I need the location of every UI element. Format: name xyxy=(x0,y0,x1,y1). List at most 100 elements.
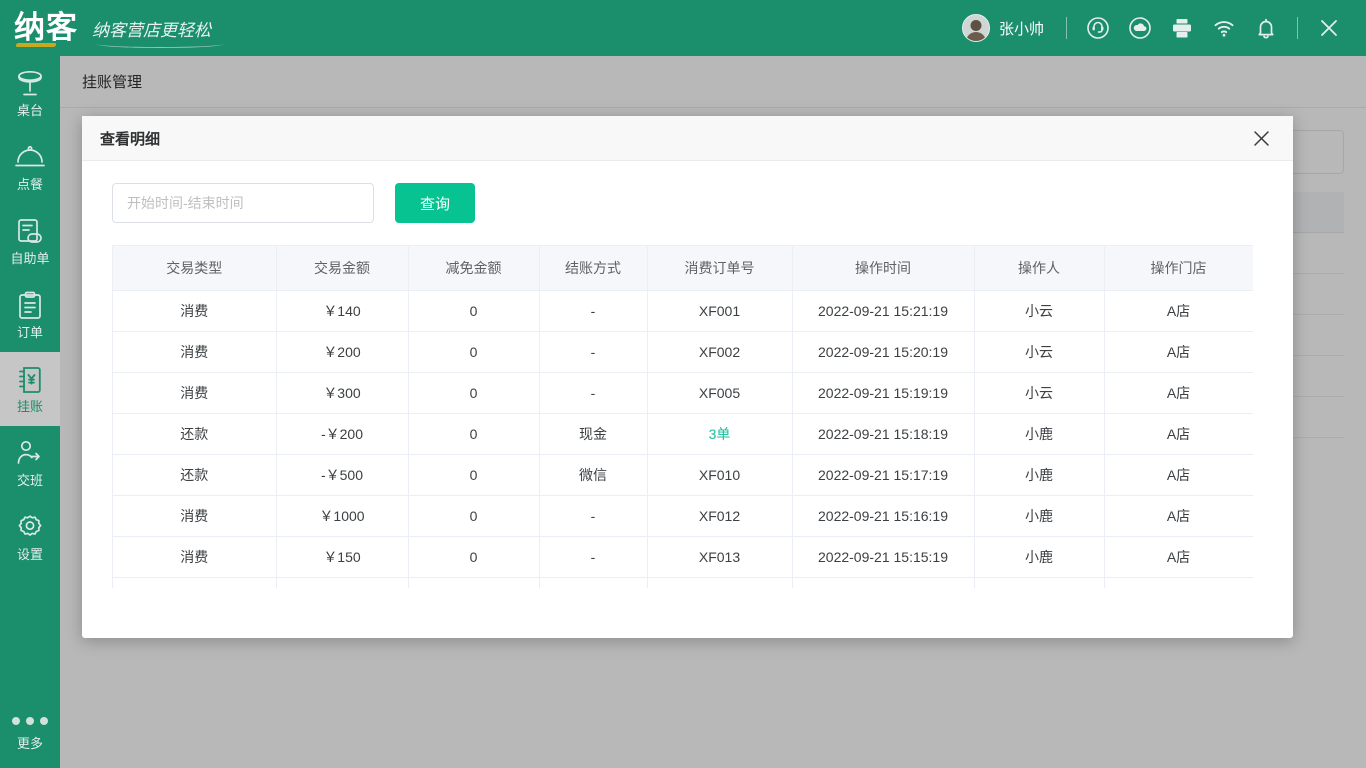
cell-amount: ￥200 xyxy=(276,331,408,372)
cell-operator: 小鹿 xyxy=(974,413,1104,454)
table-row: 消费￥3000-XF0052022-09-21 15:19:19小云A店 xyxy=(113,372,1253,413)
cell-order-no: XF005 xyxy=(647,372,792,413)
cell-order-no: XF012 xyxy=(647,495,792,536)
printer-icon[interactable] xyxy=(1161,0,1203,56)
cell-amount: ￥300 xyxy=(276,372,408,413)
column-header: 减免金额 xyxy=(408,246,539,290)
cell-time: 2022-09-21 15:01:19 xyxy=(792,577,974,588)
cell-discount: 0 xyxy=(408,290,539,331)
cell-type: 消费 xyxy=(113,495,276,536)
modal-title: 查看明细 xyxy=(100,128,160,149)
sidebar-item-settings[interactable]: 设置 xyxy=(0,500,60,574)
modal-close-icon[interactable] xyxy=(1247,124,1275,152)
cell-operator: 小鹿 xyxy=(974,536,1104,577)
column-header: 结账方式 xyxy=(539,246,647,290)
sidebar-item-label: 更多 xyxy=(17,733,43,752)
query-button[interactable]: 查询 xyxy=(395,183,475,223)
cell-amount: ￥1000 xyxy=(276,495,408,536)
cell-operator: 小鹿 xyxy=(974,454,1104,495)
cell-discount: 0 xyxy=(408,536,539,577)
cell-time: 2022-09-21 15:19:19 xyxy=(792,372,974,413)
cell-discount: 0 xyxy=(408,577,539,588)
cell-discount: 0 xyxy=(408,495,539,536)
column-header: 操作时间 xyxy=(792,246,974,290)
sidebar-item-more[interactable]: 更多 xyxy=(0,717,60,752)
table-head: 交易类型交易金额减免金额结账方式消费订单号操作时间操作人操作门店 xyxy=(113,246,1253,290)
cell-store: A店 xyxy=(1104,372,1253,413)
table-header-row: 交易类型交易金额减免金额结账方式消费订单号操作时间操作人操作门店 xyxy=(113,246,1253,290)
cell-type: 消费撤单 xyxy=(113,577,276,588)
cell-time: 2022-09-21 15:20:19 xyxy=(792,331,974,372)
cell-discount: 0 xyxy=(408,372,539,413)
cell-method: - xyxy=(539,495,647,536)
detail-table-wrapper: 交易类型交易金额减免金额结账方式消费订单号操作时间操作人操作门店 消费￥1400… xyxy=(112,245,1253,588)
cell-operator: 小鹿 xyxy=(974,577,1104,588)
cell-amount: -￥1000 xyxy=(276,577,408,588)
avatar xyxy=(962,14,990,42)
cell-operator: 小云 xyxy=(974,331,1104,372)
detail-table: 交易类型交易金额减免金额结账方式消费订单号操作时间操作人操作门店 消费￥1400… xyxy=(113,246,1253,588)
clipboard-icon xyxy=(16,291,44,321)
cell-time: 2022-09-21 15:15:19 xyxy=(792,536,974,577)
cell-time: 2022-09-21 15:17:19 xyxy=(792,454,974,495)
order-link[interactable]: 3单 xyxy=(709,426,731,442)
gear-icon xyxy=(15,513,45,543)
column-header: 消费订单号 xyxy=(647,246,792,290)
cell-method: 现金 xyxy=(539,413,647,454)
cell-store: B店 xyxy=(1104,577,1253,588)
cell-type: 消费 xyxy=(113,290,276,331)
self-order-icon xyxy=(15,217,45,247)
cell-type: 消费 xyxy=(113,372,276,413)
table-row: 消费￥1500-XF0132022-09-21 15:15:19小鹿A店 xyxy=(113,536,1253,577)
table-row: 消费￥2000-XF0022022-09-21 15:20:19小云A店 xyxy=(113,331,1253,372)
close-icon[interactable] xyxy=(1308,0,1350,56)
cell-store: A店 xyxy=(1104,331,1253,372)
sidebar-item-shift[interactable]: 交班 xyxy=(0,426,60,500)
cell-store: A店 xyxy=(1104,495,1253,536)
column-header: 操作门店 xyxy=(1104,246,1253,290)
column-header: 操作人 xyxy=(974,246,1104,290)
top-bar-actions: 张小帅 xyxy=(950,0,1366,56)
sidebar-item-self-order[interactable]: 自助单 xyxy=(0,204,60,278)
table-body: 消费￥1400-XF0012022-09-21 15:21:19小云A店消费￥2… xyxy=(113,290,1253,588)
user-chip[interactable]: 张小帅 xyxy=(950,14,1056,42)
cell-order-no: XF014 xyxy=(647,577,792,588)
cell-type: 消费 xyxy=(113,536,276,577)
date-range-input[interactable] xyxy=(112,183,374,223)
brand-logo: 纳客 xyxy=(14,13,78,44)
cell-type: 还款 xyxy=(113,454,276,495)
cell-store: A店 xyxy=(1104,290,1253,331)
cell-amount: -￥200 xyxy=(276,413,408,454)
sidebar-item-credit[interactable]: 挂账 xyxy=(0,352,60,426)
cell-order-no: XF001 xyxy=(647,290,792,331)
detail-modal: 查看明细 查询 交易类型交 xyxy=(82,116,1293,638)
bell-icon[interactable] xyxy=(1245,0,1287,56)
cell-order-no: XF013 xyxy=(647,536,792,577)
more-dots-icon xyxy=(12,717,48,725)
shift-icon xyxy=(15,439,45,469)
sidebar-item-order-food[interactable]: 点餐 xyxy=(0,130,60,204)
sidebar-item-table[interactable]: 桌台 xyxy=(0,56,60,130)
cloud-icon[interactable] xyxy=(1119,0,1161,56)
cell-store: A店 xyxy=(1104,413,1253,454)
sidebar-item-label: 设置 xyxy=(17,548,43,561)
cell-amount: ￥140 xyxy=(276,290,408,331)
modal-body: 查询 交易类型交易金额减免金额结账方式消费订单号操作时间操作人操作门店 消费￥1… xyxy=(82,161,1293,638)
cell-time: 2022-09-21 15:16:19 xyxy=(792,495,974,536)
cell-store: A店 xyxy=(1104,454,1253,495)
top-bar: 纳客 纳客营店更轻松 张小帅 xyxy=(0,0,1366,56)
cell-method: - xyxy=(539,331,647,372)
table-row: 还款-￥2000现金3单2022-09-21 15:18:19小鹿A店 xyxy=(113,413,1253,454)
wifi-icon[interactable] xyxy=(1203,0,1245,56)
cell-method: - xyxy=(539,290,647,331)
table-row: 消费￥1400-XF0012022-09-21 15:21:19小云A店 xyxy=(113,290,1253,331)
headset-icon[interactable] xyxy=(1077,0,1119,56)
cell-order-no: XF002 xyxy=(647,331,792,372)
sidebar-item-label: 自助单 xyxy=(10,252,49,265)
column-header: 交易类型 xyxy=(113,246,276,290)
divider xyxy=(1297,17,1298,39)
cell-method: - xyxy=(539,536,647,577)
cell-order-no[interactable]: 3单 xyxy=(647,413,792,454)
column-header: 交易金额 xyxy=(276,246,408,290)
sidebar-item-orders[interactable]: 订单 xyxy=(0,278,60,352)
